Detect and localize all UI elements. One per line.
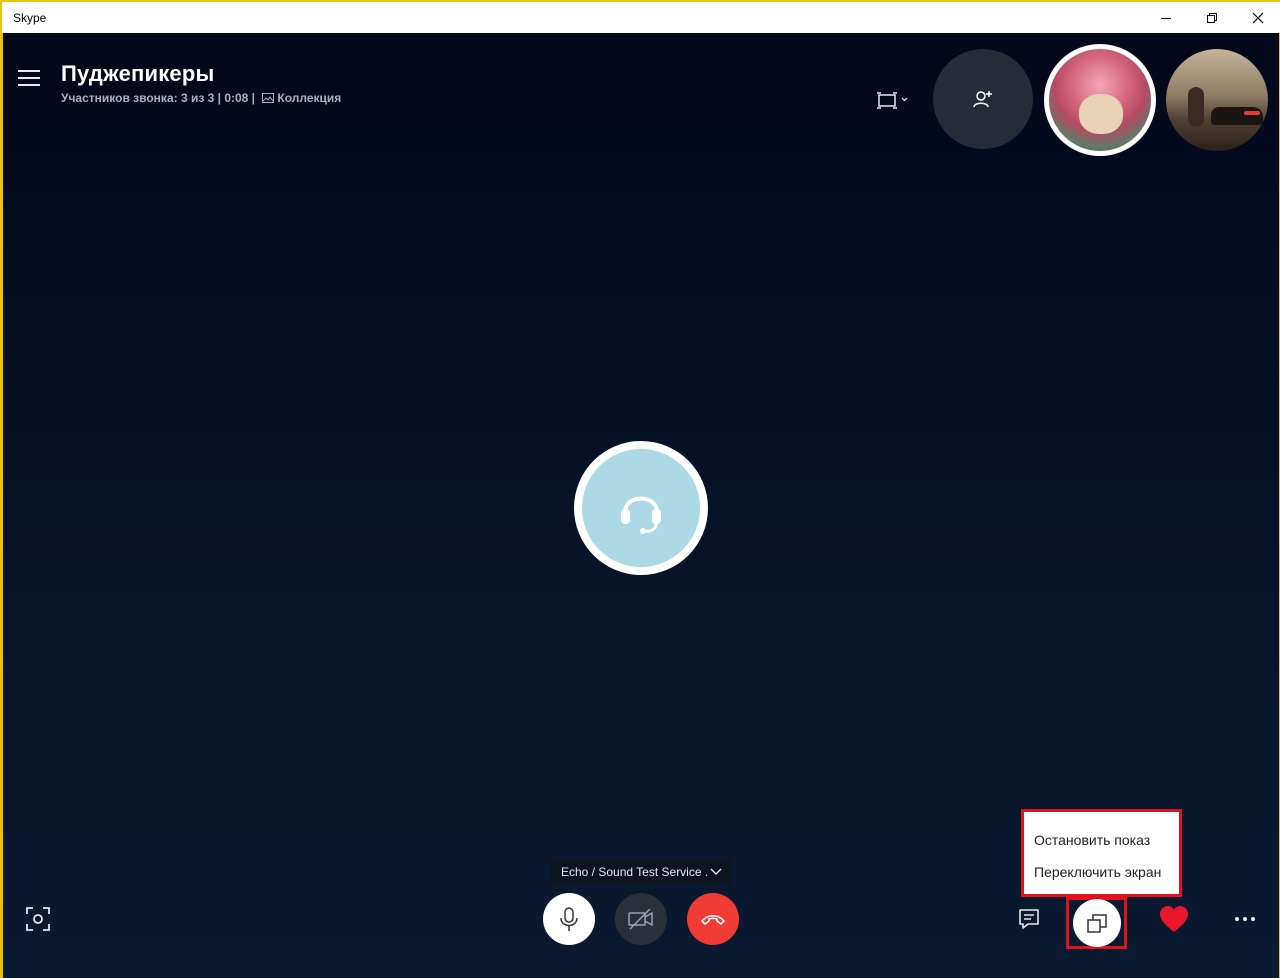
share-screen-menu: Остановить показ Переключить экран [1021,809,1182,897]
restore-button[interactable] [1189,2,1235,33]
layout-icon [877,92,908,109]
microphone-icon [560,907,578,931]
avatar-car [1211,107,1263,125]
hamburger-icon[interactable] [18,70,42,90]
echo-service-avatar [574,441,708,575]
call-title: Пуджепикеры [61,61,215,86]
video-button[interactable] [615,893,667,945]
microphone-button[interactable] [543,893,595,945]
avatar-figure [1188,87,1204,127]
collection-link[interactable]: Коллекция [262,91,341,105]
share-screen-highlight [1066,897,1127,949]
add-person-icon [973,91,992,108]
minimize-button[interactable] [1143,2,1189,33]
stop-sharing-menu-item[interactable]: Остановить показ [1034,832,1150,848]
audio-device-selector[interactable]: Echo / Sound Test Service . [551,859,731,885]
participant-avatar[interactable] [1166,49,1268,151]
title-bar: Skype [2,2,1280,33]
participants-status: Участников звонка: 3 из 3 | 0:08 | [61,91,256,105]
avatar-car-light [1244,111,1260,115]
switch-screen-menu-item[interactable]: Переключить экран [1034,864,1161,880]
more-dot [1235,917,1239,921]
chevron-down-icon [710,868,722,875]
call-subtitle: Участников звонка: 3 из 3 | 0:08 | Колле… [61,91,341,105]
end-call-button[interactable] [687,893,739,945]
collection-icon [262,93,275,103]
more-dot [1243,917,1247,921]
video-off-icon [628,908,653,930]
heart-icon [1160,906,1188,932]
share-screen-icon [1086,914,1107,933]
avatar-face [1079,94,1123,134]
chat-button[interactable] [1014,904,1044,934]
window-title: Skype [13,11,47,25]
screenshot-button[interactable] [23,904,53,934]
headset-icon [621,496,661,534]
more-options-button[interactable] [1227,909,1263,929]
share-screen-button[interactable] [1072,899,1121,947]
participant-avatar-active[interactable] [1044,44,1156,156]
react-button[interactable] [1157,903,1191,935]
more-dot [1251,917,1255,921]
layout-button[interactable] [875,90,915,112]
minimize-icon [1161,17,1171,19]
close-button[interactable] [1235,2,1280,33]
skype-window: Skype Пуджепикеры Участников звонка: 3 и… [0,0,1280,978]
restore-icon [1207,12,1217,23]
chat-icon [1019,909,1039,929]
close-icon [1252,12,1264,23]
camera-capture-icon [26,907,50,931]
collection-label: Коллекция [277,91,342,105]
audio-device-label: Echo / Sound Test Service . [561,865,709,879]
add-participant-button[interactable] [933,49,1033,149]
call-stage: Пуджепикеры Участников звонка: 3 из 3 | … [3,33,1279,978]
phone-hangup-icon [701,914,725,925]
echo-avatar-circle [582,449,700,567]
